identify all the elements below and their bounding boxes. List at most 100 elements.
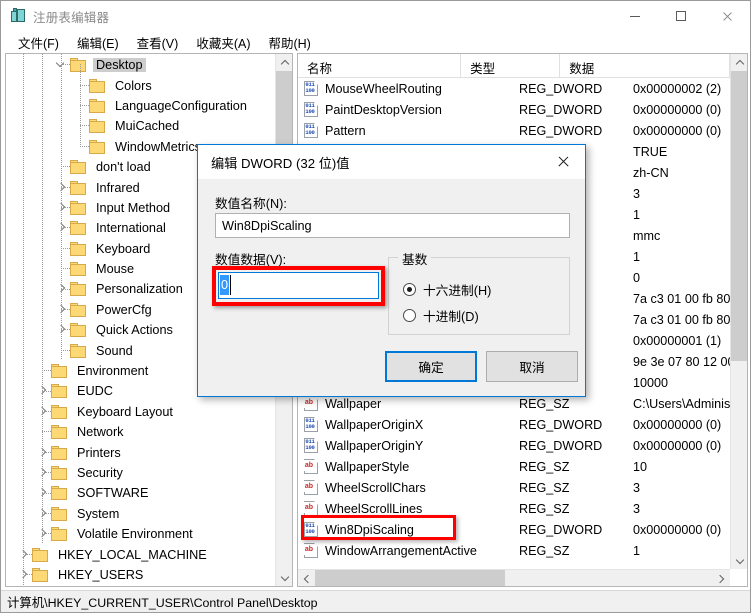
menu-item-4[interactable]: 收藏夹(A) <box>187 31 259 54</box>
folder-icon <box>51 384 68 399</box>
cell-data: mmc <box>633 228 661 243</box>
tree-node-label: Volatile Environment <box>77 527 193 542</box>
window-title: 注册表编辑器 <box>33 10 110 25</box>
table-row[interactable]: 011 100 WallpaperOriginY REG_DWORD 0x0000000… <box>298 435 730 456</box>
tree-node-hkey-users[interactable]: HKEY_USERS <box>6 565 275 585</box>
tree-node-security[interactable]: Security <box>6 463 275 483</box>
ok-button[interactable]: 确定 <box>385 351 477 382</box>
cell-data: 0x00000002 (2) <box>633 81 722 96</box>
list-scroll-left-icon[interactable] <box>298 570 315 586</box>
cell-type: REG_SZ <box>519 480 570 495</box>
radio-decimal[interactable]: 十进制(D) <box>403 306 479 325</box>
tree-node-label: International <box>96 221 166 236</box>
list-hscroll-thumb[interactable] <box>315 570 505 586</box>
tree-connector-line <box>80 85 90 86</box>
table-row[interactable]: 011 100 MouseWheelRouting REG_DWORD 0x000000… <box>298 78 730 99</box>
tree-node-label: Personalization <box>96 282 183 297</box>
table-row[interactable]: 011 100 Win8DpiScaling REG_DWORD 0x00000000 … <box>298 519 730 540</box>
cell-data: 0x00000000 (0) <box>633 102 722 117</box>
list-scroll-up-icon[interactable] <box>731 54 747 71</box>
list-scroll-down-icon[interactable] <box>731 552 747 569</box>
tree-node-desktop[interactable]: Desktop <box>6 55 275 75</box>
menu-item-2[interactable]: 编辑(E) <box>68 31 128 54</box>
menu-item-1[interactable]: 文件(F) <box>9 31 68 54</box>
list-horizontal-scrollbar[interactable] <box>298 569 730 586</box>
tree-connector-line <box>42 493 52 494</box>
cell-data: 3 <box>633 480 641 495</box>
status-path: 计算机\HKEY_CURRENT_USER\Control Panel\Desk… <box>7 595 318 610</box>
table-row[interactable]: ab WindowArrangementActive REG_SZ 1 <box>298 540 730 561</box>
cell-type: REG_DWORD <box>519 102 603 117</box>
tree-node-hkey-current-config[interactable]: HKEY_CURRENT_CONFIG <box>6 585 275 586</box>
minimize-button[interactable] <box>612 1 658 31</box>
registry-editor-window: 注册表编辑器 文件(F) 编辑(E) 查看(V) 收藏夹(A) 帮助(H) Deskto… <box>0 0 751 613</box>
tree-node-muicached[interactable]: MuiCached <box>6 116 275 136</box>
dialog-close-button[interactable] <box>541 145 585 178</box>
cancel-button[interactable]: 取消 <box>486 351 578 382</box>
cell-name: PaintDesktopVersion <box>325 102 442 117</box>
cell-data: zh-CN <box>633 165 669 180</box>
tree-connector-line <box>61 309 71 310</box>
title-bar: 注册表编辑器 <box>1 1 750 31</box>
cell-data: 0 <box>633 270 641 285</box>
column-header-1[interactable]: 名称 <box>298 54 462 77</box>
folder-icon <box>51 466 68 480</box>
radio-hexadecimal-icon <box>403 283 416 296</box>
table-row[interactable]: 011 100 Pattern REG_DWORD 0x00000000 (0) <box>298 120 730 141</box>
chevron-right-icon[interactable] <box>16 585 32 586</box>
column-header-3[interactable]: 数据 <box>560 54 730 77</box>
tree-connector-line <box>23 554 33 555</box>
value-data-input[interactable] <box>218 272 379 299</box>
tree-node-hkey-local-machine[interactable]: HKEY_LOCAL_MACHINE <box>6 544 275 564</box>
tree-connector-line <box>42 513 52 514</box>
column-header-2[interactable]: 类型 <box>461 54 561 77</box>
cell-name: WindowArrangementActive <box>325 543 477 558</box>
folder-icon <box>89 78 106 93</box>
folder-icon <box>70 221 87 236</box>
table-row[interactable]: ab WheelScrollChars REG_SZ 3 <box>298 477 730 498</box>
cell-name: WheelScrollChars <box>325 480 426 495</box>
value-data-label: 数值数据(V): <box>215 253 287 267</box>
folder-icon <box>51 404 68 419</box>
menu-item-3[interactable]: 查看(V) <box>128 31 188 54</box>
chevron-right-icon[interactable] <box>35 463 51 483</box>
radio-hexadecimal[interactable]: 十六进制(H) <box>403 280 491 299</box>
maximize-button[interactable] <box>658 1 704 31</box>
chevron-right-icon[interactable] <box>54 218 70 238</box>
tree-connector-line <box>61 64 71 65</box>
menu-item-5[interactable]: 帮助(H) <box>259 31 319 54</box>
folder-icon <box>51 527 68 542</box>
cell-data: 10 <box>633 459 648 474</box>
cell-type: REG_SZ <box>519 459 570 474</box>
list-scroll-thumb[interactable] <box>731 71 747 361</box>
cell-type: REG_SZ <box>519 501 570 516</box>
close-button[interactable] <box>704 1 750 31</box>
chevron-right-icon[interactable] <box>35 524 51 544</box>
tree-node-colors[interactable]: Colors <box>6 75 275 95</box>
tree-node-label: HKEY_USERS <box>58 567 144 582</box>
tree-scroll-up-icon[interactable] <box>276 54 292 71</box>
folder-icon <box>70 282 87 297</box>
list-scroll-right-icon[interactable] <box>713 570 730 586</box>
tree-node-volatile-environment[interactable]: Volatile Environment <box>6 524 275 544</box>
table-row[interactable]: ab WheelScrollLines REG_SZ 3 <box>298 498 730 519</box>
tree-node-label: LanguageConfiguration <box>115 98 247 113</box>
tree-node-network[interactable]: Network <box>6 422 275 442</box>
tree-connector-line <box>42 391 52 392</box>
table-row[interactable]: 011 100 WallpaperOriginX REG_DWORD 0x0000000… <box>298 414 730 435</box>
tree-connector-line <box>61 268 71 269</box>
table-row[interactable]: ab WallpaperStyle REG_SZ 10 <box>298 456 730 477</box>
chevron-down-icon[interactable] <box>54 55 70 75</box>
value-name-input[interactable] <box>215 213 570 238</box>
cell-type: REG_DWORD <box>519 81 603 96</box>
chevron-right-icon[interactable] <box>54 320 70 340</box>
tree-scroll-down-icon[interactable] <box>276 569 292 586</box>
tree-connector-line <box>61 248 71 249</box>
cell-name: WallpaperStyle <box>325 459 410 474</box>
tree-node-languageconfiguration[interactable]: LanguageConfiguration <box>6 96 275 116</box>
table-row[interactable]: 011 100 PaintDesktopVersion REG_DWORD 0x0000… <box>298 99 730 120</box>
list-vertical-scrollbar[interactable] <box>730 54 747 569</box>
cell-data: 0x00000000 (0) <box>633 438 722 453</box>
